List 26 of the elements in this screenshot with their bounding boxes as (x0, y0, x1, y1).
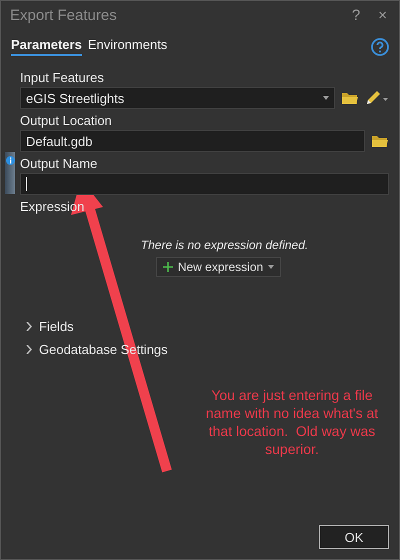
folder-icon[interactable] (341, 91, 359, 105)
ok-button[interactable]: OK (319, 525, 389, 549)
chevron-icon (26, 322, 33, 331)
help-button[interactable]: ? (350, 6, 362, 24)
chevron-icon (26, 345, 33, 354)
input-field[interactable] (20, 173, 389, 195)
plus-icon (162, 262, 173, 272)
tab[interactable]: Environments (88, 37, 168, 56)
input-field[interactable]: Default.gdb (20, 130, 365, 152)
empty-message: There is no expression defined. (140, 238, 308, 252)
new-expression-button[interactable]: New expression (156, 257, 282, 277)
field-label: Output Name (20, 156, 98, 171)
help-icon[interactable] (371, 38, 389, 56)
caret-icon (268, 265, 274, 269)
caret-icon (323, 96, 329, 100)
field-label: Output Location (20, 113, 112, 128)
field-label: Input Features (20, 70, 104, 85)
dropdown-field[interactable]: eGIS Streetlights (20, 87, 335, 109)
info-icon (6, 156, 14, 165)
annotation-text: You are just entering a file name with no idea what's at that location. Old way was superior. (204, 386, 380, 458)
folder-icon[interactable] (371, 134, 389, 148)
pencil-icon[interactable] (365, 90, 389, 106)
close-button[interactable]: × (376, 6, 389, 24)
window-title: Export Features (10, 6, 118, 24)
tab[interactable]: Parameters (11, 37, 82, 56)
section-header[interactable]: Fields (20, 319, 74, 334)
